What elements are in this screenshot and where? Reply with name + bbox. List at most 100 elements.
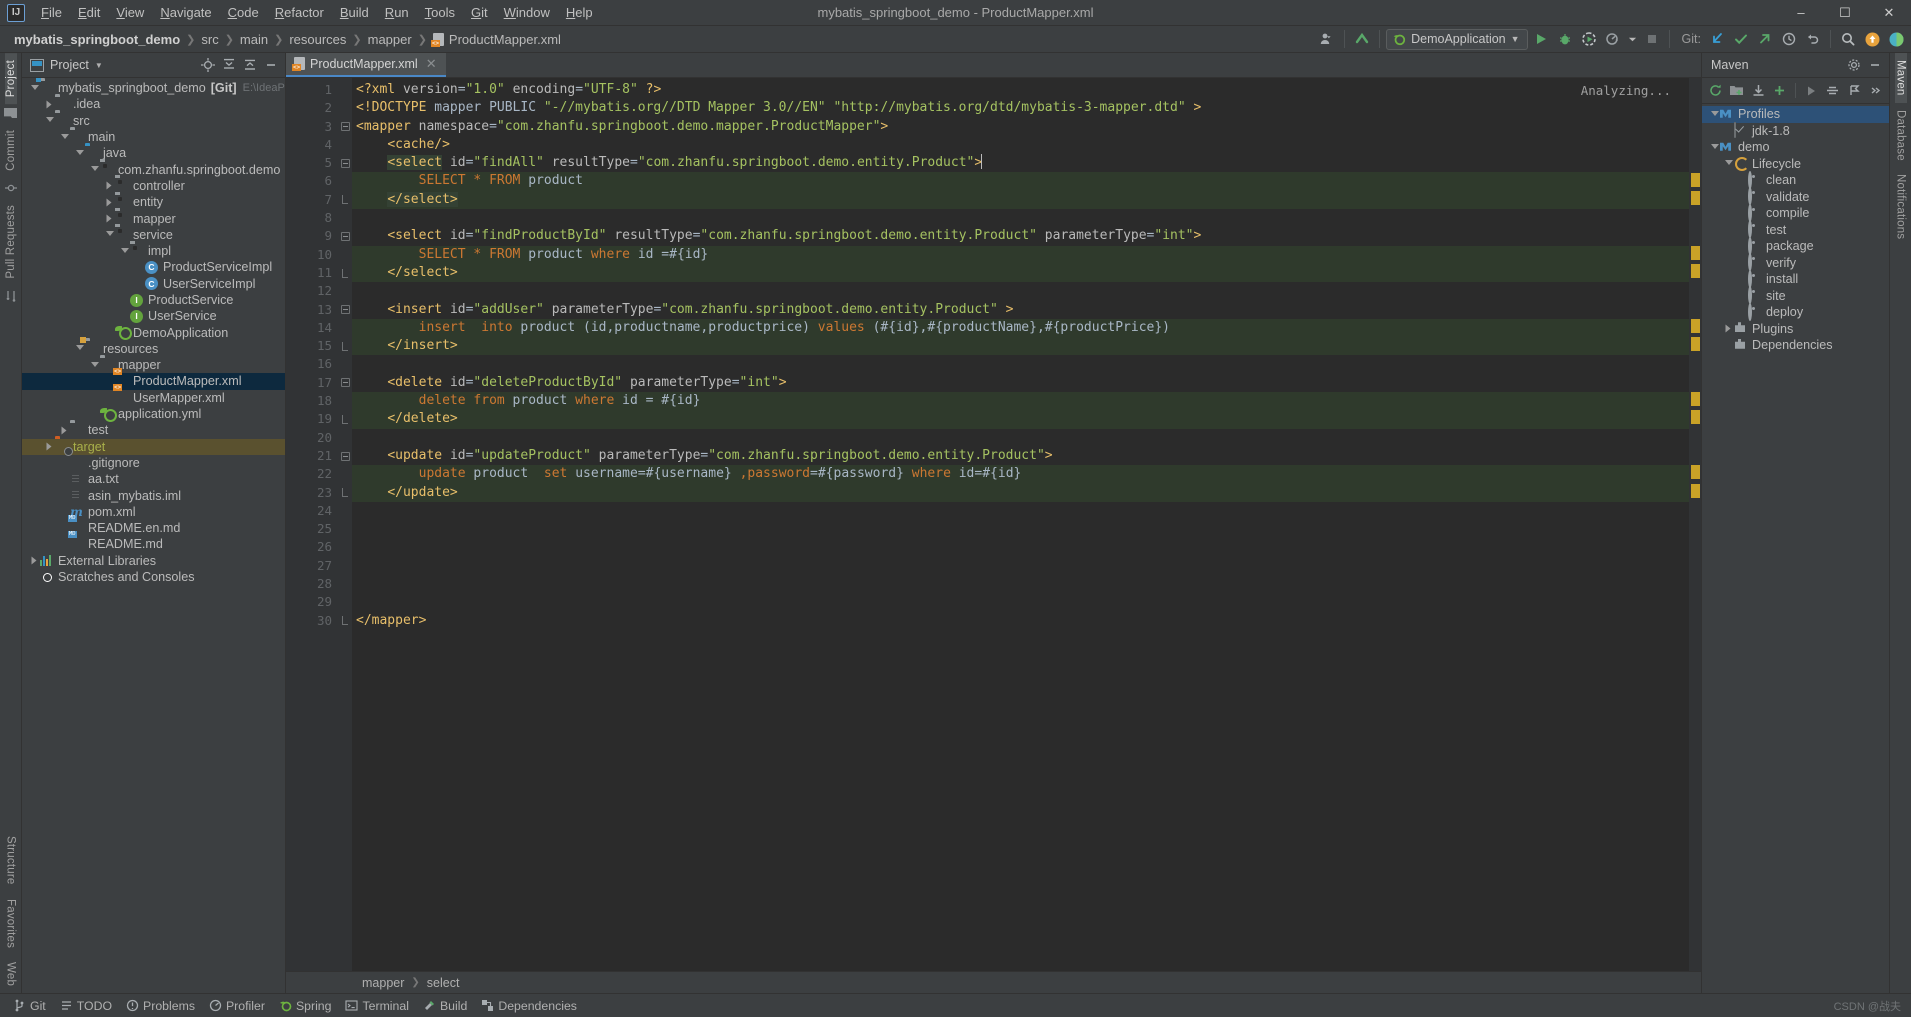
status-bar-dependencies[interactable]: Dependencies [474,997,584,1015]
maven-node-validate[interactable]: validate [1702,187,1889,206]
chevron-down-icon[interactable] [43,115,54,126]
breadcrumb-mybatis-springboot-demo[interactable]: mybatis_springboot_demo [14,32,180,47]
chevron-right-icon[interactable] [28,555,39,566]
breadcrumb-productmapper-xml[interactable]: ProductMapper.xml [430,32,561,47]
collapse-all-icon[interactable] [240,55,260,75]
status-bar-profiler[interactable]: Profiler [202,997,272,1015]
tree-node-controller[interactable]: controller [22,178,285,194]
code-fold-marker[interactable] [338,154,352,172]
ide-settings-icon[interactable] [1885,28,1907,50]
code-line[interactable]: SELECT * FROM product where id =#{id} [352,245,1689,264]
tree-node-aa.txt[interactable]: aa.txt [22,471,285,487]
code-line[interactable]: <delete id = "deleteProductById" parameter… [352,374,1689,392]
maven-node-compile[interactable]: compile [1702,203,1889,222]
menu-git[interactable]: Git [463,2,496,23]
tree-node-src[interactable]: src [22,113,285,129]
chevron-down-icon[interactable] [118,246,129,257]
code-line[interactable]: </delete> [352,410,1689,429]
editor-warning-marker[interactable] [1691,483,1700,498]
code-fold-marker[interactable] [338,410,352,428]
maven-node-profiles[interactable]: Profiles [1702,106,1889,123]
tree-node-usermapper.xml[interactable]: UserMapper.xml [22,390,285,406]
menu-build[interactable]: Build [332,2,377,23]
menu-file[interactable]: File [33,2,70,23]
editor-warning-marker[interactable] [1691,172,1700,187]
chevron-right-icon[interactable] [43,99,54,110]
code-fold-marker[interactable] [338,264,352,282]
editor-warning-marker[interactable] [1691,465,1700,480]
tree-node-main[interactable]: main [22,129,285,145]
hide-icon[interactable] [261,55,281,75]
chevron-down-icon[interactable]: ▼ [95,61,103,70]
tree-node-mapper[interactable]: mapper [22,210,285,226]
maven-node-verify[interactable]: verify [1702,253,1889,272]
code-line[interactable] [352,575,1689,593]
maven-node-install[interactable]: install [1702,269,1889,288]
menu-navigate[interactable]: Navigate [152,2,219,23]
code-line[interactable]: insert into product (id,productname,prod… [352,318,1689,338]
chevron-right-icon[interactable] [103,180,114,191]
maven-node-clean[interactable]: clean [1702,170,1889,189]
tool-window-button-structure[interactable]: Structure [5,829,17,891]
code-fold-marker[interactable] [338,374,352,392]
add-maven-project-icon[interactable] [1727,80,1748,101]
gear-icon[interactable] [1844,55,1864,75]
tool-window-button-project[interactable]: Project [4,53,17,105]
tree-node-productmapper.xml[interactable]: ProductMapper.xml [22,373,285,390]
chevron-down-icon[interactable] [1626,28,1639,50]
status-bar-todo[interactable]: TODO [53,997,119,1015]
run-button[interactable] [1530,28,1552,50]
expand-all-icon[interactable] [219,55,239,75]
code-line[interactable]: </select> [352,263,1689,283]
stop-button[interactable] [1641,28,1663,50]
add-plus-icon[interactable] [1770,80,1791,101]
editor-warning-marker[interactable] [1691,190,1700,205]
tree-node-.idea[interactable]: .idea [22,96,285,112]
menu-refactor[interactable]: Refactor [267,2,332,23]
code-line[interactable]: </select> [352,190,1689,210]
editor-warning-marker[interactable] [1691,392,1700,407]
code-line[interactable]: <select id="findAll" resultType="com.zha… [352,154,1689,172]
chevron-down-icon[interactable] [28,83,39,94]
status-bar-terminal[interactable]: Terminal [338,997,415,1015]
code-line[interactable]: update product set username=#{username} … [352,465,1689,484]
tree-node-external-libraries[interactable]: External Libraries [22,553,285,569]
code-line[interactable]: <select id="findProductById" resultType=… [352,227,1689,245]
code-line[interactable]: <update id="updateProduct" parameterType… [352,447,1689,465]
tree-node-com.zhanfu.springboot.demo[interactable]: com.zhanfu.springboot.demo [22,161,285,177]
tree-node-mapper[interactable]: mapper [22,357,285,373]
editor-warning-marker[interactable] [1691,337,1700,352]
tree-node-userserviceimpl[interactable]: C UserServiceImpl [22,276,285,292]
notifications-icon[interactable] [1861,28,1883,50]
close-button[interactable]: ✕ [1867,0,1911,26]
maven-node-dependencies[interactable]: Dependencies [1702,337,1889,354]
chevron-down-icon[interactable] [103,229,114,240]
tree-node-target[interactable]: target [22,438,285,455]
tree-node-readme.md[interactable]: README.md [22,536,285,552]
code-line[interactable] [352,538,1689,556]
close-icon[interactable]: ✕ [426,56,437,72]
code-line[interactable] [352,282,1689,300]
status-bar-build[interactable]: Build [416,997,474,1015]
chevron-down-icon[interactable] [88,164,99,175]
run-icon[interactable] [1801,80,1822,101]
code-fold-marker[interactable] [338,612,352,630]
menu-run[interactable]: Run [377,2,417,23]
status-bar-problems[interactable]: Problems [119,997,202,1015]
menu-tools[interactable]: Tools [417,2,463,23]
tool-window-button-notifications[interactable]: Notifications [1895,167,1907,246]
git-rollback-icon[interactable] [1802,28,1824,50]
maven-node-lifecycle[interactable]: Lifecycle [1702,156,1889,173]
code-line[interactable] [352,520,1689,538]
chevron-down-icon[interactable] [1708,109,1719,120]
chevron-down-icon[interactable] [1722,158,1733,169]
tree-node-productserviceimpl[interactable]: C ProductServiceImpl [22,259,285,275]
code-line[interactable]: <!DOCTYPE mapper PUBLIC "-//mybatis.org/… [352,99,1689,117]
chevron-down-icon[interactable] [88,360,99,371]
code-fold-marker[interactable] [338,118,352,136]
maximize-button[interactable]: ☐ [1823,0,1867,26]
code-line[interactable] [352,355,1689,373]
run-configuration-selector[interactable]: DemoApplication ▼ [1386,28,1528,50]
hide-icon[interactable] [1865,55,1885,75]
tree-node-pom.xml[interactable]: m pom.xml [22,504,285,520]
